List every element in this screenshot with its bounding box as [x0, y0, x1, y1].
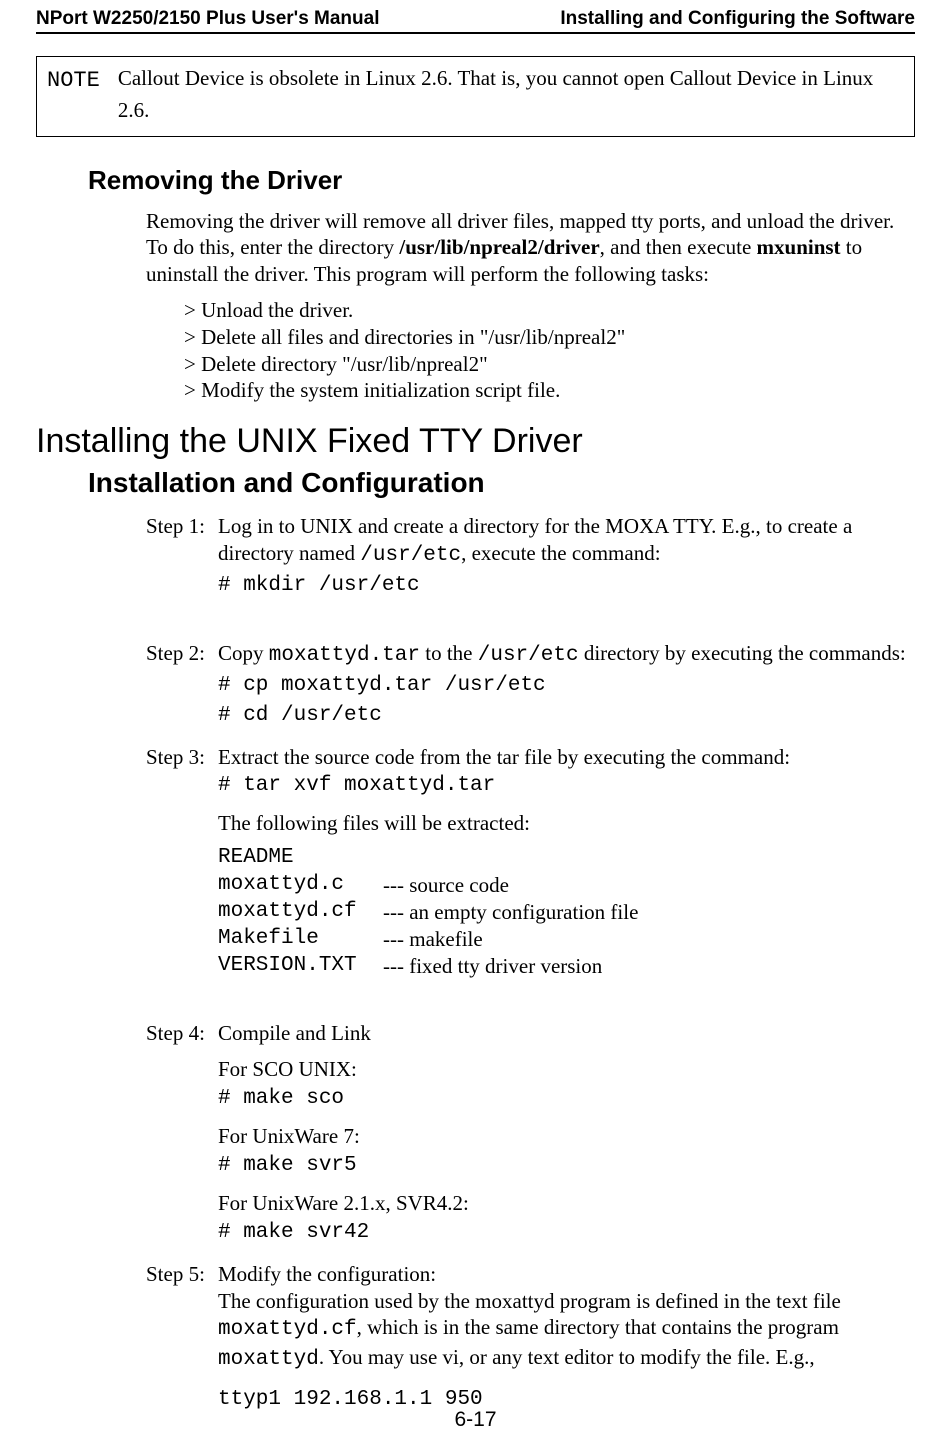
removing-bullets: > Unload the driver. > Delete all files … [184, 297, 915, 405]
spacer [146, 994, 915, 1020]
steps-container: Step 1: Log in to UNIX and create a dire… [146, 513, 915, 1414]
inline-code: /usr/etc [360, 544, 461, 567]
inline-code: /usr/etc [478, 644, 579, 667]
text: Copy [218, 641, 269, 665]
header-rule [36, 32, 915, 34]
text: to the [420, 641, 478, 665]
file-row: Makefile --- makefile [218, 926, 915, 953]
file-row: VERSION.TXT --- fixed tty driver version [218, 953, 915, 980]
command: # mkdir /usr/etc [218, 574, 420, 597]
file-row: README [218, 845, 915, 872]
spacer [218, 800, 915, 810]
file-name: VERSION.TXT [218, 953, 383, 980]
inline-code: moxattyd.cf [218, 1318, 357, 1341]
file-name: Makefile [218, 926, 383, 953]
spacer [218, 1180, 915, 1190]
step-2: Step 2: Copy moxattyd.tar to the /usr/et… [146, 640, 915, 730]
header-right: Installing and Configuring the Software [560, 8, 915, 30]
file-desc: --- source code [383, 872, 915, 899]
text: For UnixWare 7: [218, 1124, 360, 1148]
command: # cp moxattyd.tar /usr/etc [218, 674, 546, 697]
text: For UnixWare 2.1.x, SVR4.2: [218, 1191, 469, 1215]
cmd-bold: mxuninst [757, 235, 841, 259]
bullet-item: > Unload the driver. [184, 297, 915, 324]
step-body: Extract the source code from the tar fil… [218, 744, 915, 980]
note-box: NOTE Callout Device is obsolete in Linux… [36, 56, 915, 137]
command: # make sco [218, 1087, 344, 1110]
bullet-item: > Modify the system initialization scrip… [184, 377, 915, 404]
step-body: Copy moxattyd.tar to the /usr/etc direct… [218, 640, 915, 730]
heading-install-config: Installation and Configuration [88, 467, 915, 499]
text: , which is in the same directory that co… [357, 1315, 839, 1339]
step-4: Step 4: Compile and Link For SCO UNIX: #… [146, 1020, 915, 1247]
extracted-files: README moxattyd.c --- source code moxatt… [218, 845, 915, 979]
bullet-item: > Delete directory "/usr/lib/npreal2" [184, 351, 915, 378]
file-name: README [218, 845, 383, 872]
command: # tar xvf moxattyd.tar [218, 774, 495, 797]
step-body: Compile and Link For SCO UNIX: # make sc… [218, 1020, 915, 1247]
step-label: Step 1: [146, 513, 218, 600]
page-header: NPort W2250/2150 Plus User's Manual Inst… [36, 8, 915, 30]
page: NPort W2250/2150 Plus User's Manual Inst… [0, 0, 951, 1448]
spacer [218, 1374, 915, 1384]
step-1: Step 1: Log in to UNIX and create a dire… [146, 513, 915, 600]
command: # make svr42 [218, 1221, 369, 1244]
file-desc: --- fixed tty driver version [383, 953, 915, 980]
file-desc: --- makefile [383, 926, 915, 953]
file-desc: --- an empty configuration file [383, 899, 915, 926]
file-row: moxattyd.c --- source code [218, 872, 915, 899]
step-body: Log in to UNIX and create a directory fo… [218, 513, 915, 600]
path-bold: /usr/lib/npreal2/driver [399, 235, 599, 259]
note-label: NOTE [47, 63, 100, 126]
text: , and then execute [600, 235, 757, 259]
text: The following files will be extracted: [218, 811, 530, 835]
step-body: Modify the configuration: The configurat… [218, 1261, 915, 1414]
spacer [218, 1046, 915, 1056]
file-name: moxattyd.c [218, 872, 383, 899]
header-left: NPort W2250/2150 Plus User's Manual [36, 8, 380, 30]
file-name: moxattyd.cf [218, 899, 383, 926]
step-label: Step 5: [146, 1261, 218, 1414]
text: , execute the command: [461, 541, 660, 565]
step-label: Step 3: [146, 744, 218, 980]
spacer [146, 614, 915, 640]
spacer [218, 1113, 915, 1123]
text: Compile and Link [218, 1021, 371, 1045]
step-label: Step 4: [146, 1020, 218, 1247]
heading-removing-driver: Removing the Driver [88, 165, 915, 196]
removing-paragraph: Removing the driver will remove all driv… [146, 208, 915, 287]
text: Modify the configuration: [218, 1262, 436, 1286]
text: For SCO UNIX: [218, 1057, 357, 1081]
inline-code: moxattyd.tar [269, 644, 420, 667]
note-text: Callout Device is obsolete in Linux 2.6.… [118, 63, 904, 126]
text: directory by executing the commands: [579, 641, 906, 665]
text: The configuration used by the moxattyd p… [218, 1289, 841, 1313]
command: # cd /usr/etc [218, 704, 382, 727]
step-label: Step 2: [146, 640, 218, 730]
bullet-item: > Delete all files and directories in "/… [184, 324, 915, 351]
file-desc [383, 845, 915, 872]
step-5: Step 5: Modify the configuration: The co… [146, 1261, 915, 1414]
text: . You may use vi, or any text editor to … [319, 1345, 815, 1369]
file-row: moxattyd.cf --- an empty configuration f… [218, 899, 915, 926]
inline-code: moxattyd [218, 1348, 319, 1371]
heading-unix-fixed-tty: Installing the UNIX Fixed TTY Driver [36, 422, 915, 461]
step-3: Step 3: Extract the source code from the… [146, 744, 915, 980]
page-number: 6-17 [0, 1408, 951, 1432]
text: Extract the source code from the tar fil… [218, 745, 790, 769]
command: # make svr5 [218, 1154, 357, 1177]
